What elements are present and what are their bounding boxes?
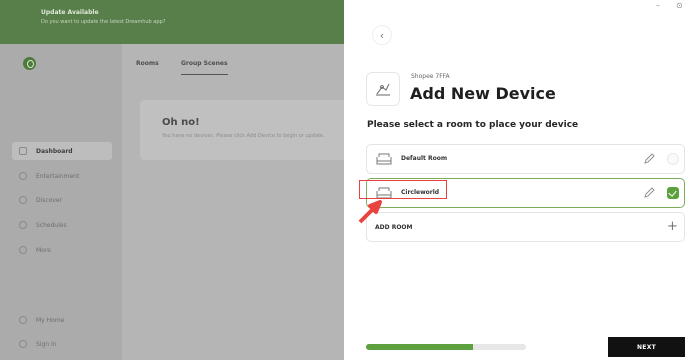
sidebar-item-label: Entertainment [36,172,80,180]
home-icon [19,316,27,324]
sidebar-item-schedules[interactable]: Schedules [12,216,112,234]
sofa-icon [376,153,392,165]
pencil-icon[interactable] [643,187,655,199]
calendar-icon [19,221,27,229]
back-button[interactable]: ‹ [372,25,392,45]
sidebar-item-dashboard[interactable]: Dashboard [12,142,112,160]
tab-group-scenes[interactable]: Group Scenes [181,60,228,75]
sidebar-item-entertainment[interactable]: Entertainment [12,167,112,185]
add-room-button[interactable]: ADD ROOM + [366,212,685,242]
close-button[interactable]: ⊙ [676,1,683,10]
sidebar-item-my-home[interactable]: My Home [12,311,112,329]
empty-state-title: Oh no! [162,117,200,128]
sidebar-item-sign-in[interactable]: Sign In [12,335,112,353]
empty-state-card: Oh no! You have no devices. Please click… [140,100,360,160]
sidebar-item-label: Schedules [36,221,67,229]
device-thumbnail [366,72,400,106]
sidebar-item-label: Sign In [36,340,57,348]
empty-state-text: You have no devices. Please click Add De… [162,133,325,139]
sidebar-item-discover[interactable]: Discover [12,191,112,209]
sidebar-item-label: Dashboard [36,147,73,155]
add-room-label: ADD ROOM [375,224,413,231]
red-arrow-icon [358,200,382,224]
banner-title: Update Available [41,9,99,16]
banner-subtitle: Do you want to update the latest Dreamhu… [41,19,166,25]
page-title: Add New Device [410,84,556,103]
sidebar-item-label: My Home [36,316,65,324]
device-model: Shopee 7FFA [411,73,450,80]
progress-fill [366,344,474,350]
device-icon [376,83,390,96]
plus-icon: + [667,219,678,234]
progress-bar [366,344,526,350]
user-icon [19,340,27,348]
room-name: Default Room [401,155,448,162]
next-button[interactable]: NEXT [608,337,685,357]
minimize-button[interactable]: – [656,1,660,10]
sidebar-item-label: Discover [36,196,63,204]
room-radio-unchecked[interactable] [667,153,679,165]
tv-icon [19,172,27,180]
compass-icon [19,196,27,204]
room-checkbox-checked[interactable] [667,187,679,199]
sidebar-item-more[interactable]: More [12,241,112,259]
room-option-default-room[interactable]: Default Room [366,144,685,174]
grid-icon [19,147,27,155]
chevron-left-icon: ‹ [379,28,385,42]
sidebar-item-label: More [36,246,51,254]
pencil-icon[interactable] [643,153,655,165]
sidebar: Dashboard Entertainment Discover Schedul… [0,44,122,360]
instruction-text: Please select a room to place your devic… [367,120,579,130]
app-logo [23,57,36,70]
more-icon [19,246,27,254]
tab-rooms[interactable]: Rooms [136,60,159,67]
